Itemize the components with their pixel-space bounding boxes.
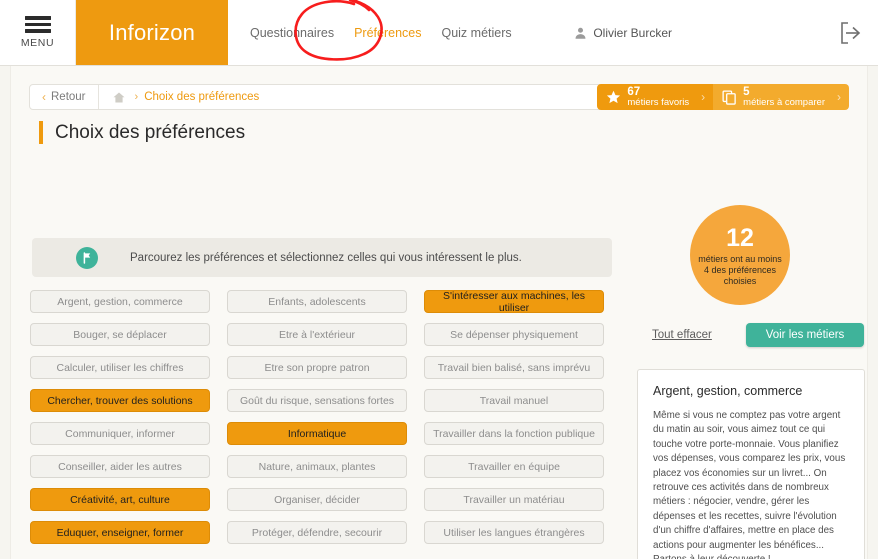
preference-button[interactable]: Bouger, se déplacer (30, 323, 210, 346)
nav-item-preferences[interactable]: Préférences (344, 26, 431, 40)
preference-button[interactable]: Travailler en équipe (424, 455, 604, 478)
brand-logo[interactable]: Inforizon (76, 0, 228, 65)
logout-icon (841, 21, 861, 44)
breadcrumb-current[interactable]: Choix des préférences (144, 91, 259, 103)
preference-button[interactable]: Créativité, art, culture (30, 488, 210, 511)
see-jobs-button[interactable]: Voir les métiers (746, 323, 864, 347)
user-name-label: Olivier Burcker (593, 25, 672, 40)
description-title: Argent, gestion, commerce (653, 384, 803, 398)
chevron-left-icon: ‹ (42, 90, 46, 104)
clear-all-link[interactable]: Tout effacer (652, 329, 712, 341)
breadcrumb-home-link[interactable] (99, 92, 135, 103)
flag-icon (76, 246, 98, 269)
info-banner: Parcourez les préférences et sélectionne… (32, 238, 612, 277)
page-body: ‹ Retour › Choix des préférences 67 méti… (0, 66, 878, 559)
result-count-caption: métiers ont au moins 4 des préférences c… (698, 254, 782, 286)
page-title: Choix des préférences (55, 121, 246, 143)
logout-button[interactable] (822, 0, 878, 65)
preference-button[interactable]: Enfants, adolescents (227, 290, 407, 313)
preference-button[interactable]: Argent, gestion, commerce (30, 290, 210, 313)
preference-button[interactable]: Communiquer, informer (30, 422, 210, 445)
result-count-badge: 12 métiers ont au moins 4 des préférence… (690, 205, 790, 305)
preference-button[interactable]: Protéger, défendre, secourir (227, 521, 407, 544)
preference-description-card: Argent, gestion, commerce Même si vous n… (637, 369, 865, 559)
preference-button[interactable]: Informatique (227, 422, 407, 445)
page-content-frame: ‹ Retour › Choix des préférences 67 méti… (10, 66, 868, 559)
user-avatar-icon (575, 27, 586, 39)
app-screen: MENU Inforizon Questionnaires Préférence… (0, 0, 878, 559)
preferences-grid: Argent, gestion, commerce Enfants, adoles… (30, 290, 610, 544)
preference-button[interactable]: Utiliser les langues étrangères (424, 521, 604, 544)
compare-button[interactable]: 5 métiers à comparer › (713, 84, 849, 110)
preference-button[interactable]: Etre à l'extérieur (227, 323, 407, 346)
result-count-number: 12 (726, 223, 754, 252)
preference-button[interactable]: Conseiller, aider les autres (30, 455, 210, 478)
info-banner-text: Parcourez les préférences et sélectionne… (130, 251, 522, 264)
brand-logo-text: Inforizon (108, 19, 196, 45)
preference-button[interactable]: Travailler dans la fonction publique (424, 422, 604, 445)
back-button-label: Retour (51, 91, 86, 103)
preference-button[interactable]: Travailler un matériau (424, 488, 604, 511)
primary-nav: Questionnaires Préférences Quiz métiers (228, 0, 522, 65)
compare-arrow-icon: › (837, 90, 841, 104)
preference-button[interactable]: Calculer, utiliser les chiffres (30, 356, 210, 379)
top-navigation-bar: MENU Inforizon Questionnaires Préférence… (0, 0, 878, 66)
title-accent-bar (39, 121, 43, 144)
favorites-label: métiers favoris (627, 97, 690, 109)
preference-button[interactable]: Nature, animaux, plantes (227, 455, 407, 478)
chevron-right-icon: › (134, 91, 139, 103)
menu-button[interactable]: MENU (0, 0, 76, 65)
preference-button[interactable]: Organiser, décider (227, 488, 407, 511)
flag-glyph-icon (83, 251, 91, 264)
quick-action-pills: 67 métiers favoris › 5 métiers à compare… (597, 84, 849, 110)
menu-button-label: MENU (20, 36, 55, 49)
preference-button[interactable]: Eduquer, enseigner, former (30, 521, 210, 544)
breadcrumb: ‹ Retour › Choix des préférences (29, 84, 607, 110)
preference-button[interactable]: Travail manuel (424, 389, 604, 412)
user-account[interactable]: Olivier Burcker (574, 0, 672, 65)
favorites-button[interactable]: 67 métiers favoris › (597, 84, 714, 110)
preference-button[interactable]: S'intéresser aux machines, les utiliser (424, 290, 604, 314)
copy-icon (722, 89, 736, 105)
nav-item-questionnaires[interactable]: Questionnaires (240, 26, 344, 40)
compare-label: métiers à comparer (743, 97, 825, 109)
compare-text: 5 métiers à comparer (743, 86, 825, 108)
preference-button[interactable]: Travail bien balisé, sans imprévu (424, 356, 604, 379)
favorites-text: 67 métiers favoris (627, 86, 689, 108)
preference-button[interactable]: Chercher, trouver des solutions (30, 389, 210, 412)
hamburger-icon (24, 16, 51, 33)
preference-button[interactable]: Se dépenser physiquement (424, 323, 604, 346)
home-icon (113, 92, 125, 102)
preference-button[interactable]: Etre son propre patron (227, 356, 407, 379)
description-body: Même si vous ne comptez pas votre argent… (653, 410, 846, 559)
nav-item-quiz-metiers[interactable]: Quiz métiers (431, 26, 521, 40)
page-title-row: Choix des préférences (39, 121, 245, 144)
favorites-arrow-icon: › (701, 90, 706, 104)
preference-button[interactable]: Goût du risque, sensations fortes (227, 389, 407, 412)
back-button[interactable]: ‹ Retour (30, 85, 99, 109)
star-icon (607, 90, 621, 103)
